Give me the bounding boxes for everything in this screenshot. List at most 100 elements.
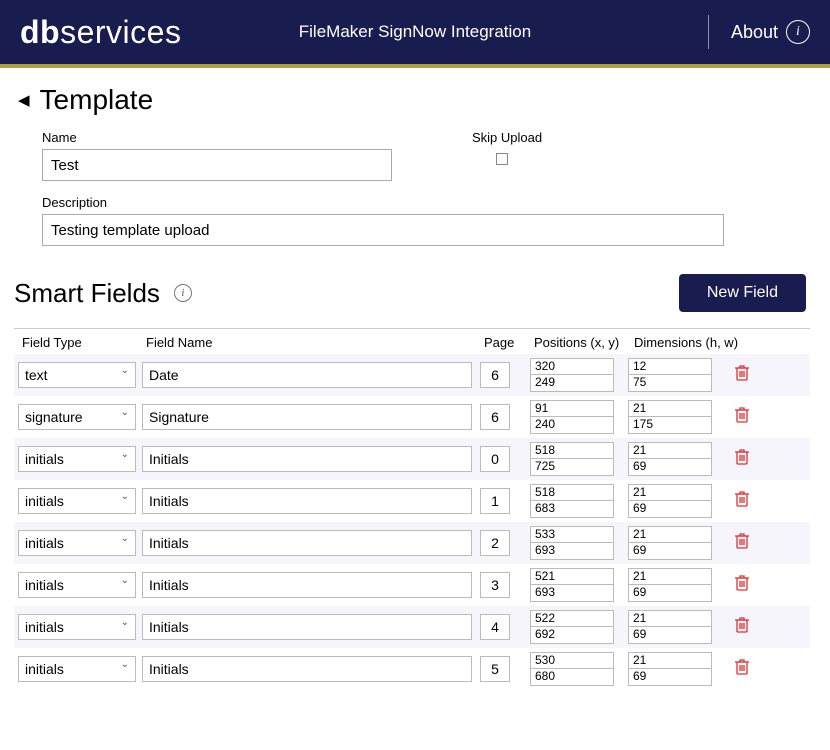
delete-icon[interactable] — [734, 406, 750, 429]
dimension-h-input[interactable]: 21 — [628, 568, 712, 585]
position-x-input[interactable]: 518 — [530, 484, 614, 501]
page-input[interactable]: 6 — [480, 362, 510, 388]
dimension-w-input[interactable]: 69 — [628, 501, 712, 518]
smart-fields-title: Smart Fields — [14, 278, 160, 309]
dimension-h-input[interactable]: 21 — [628, 400, 712, 417]
chevron-down-icon: ⌄ — [121, 365, 129, 376]
field-name-input[interactable]: Initials — [142, 488, 472, 514]
field-name-input[interactable]: Date — [142, 362, 472, 388]
position-x-input[interactable]: 518 — [530, 442, 614, 459]
page-input[interactable]: 4 — [480, 614, 510, 640]
skip-upload-checkbox[interactable] — [496, 153, 508, 165]
dimension-w-input[interactable]: 69 — [628, 669, 712, 686]
info-icon[interactable]: i — [174, 284, 192, 302]
position-y-input[interactable]: 693 — [530, 543, 614, 560]
description-input[interactable] — [42, 214, 724, 246]
col-dimensions: Dimensions (h, w) — [634, 335, 744, 350]
field-type-select[interactable]: initials⌄ — [18, 530, 136, 556]
table-row: text⌄Date 6 320249 1275 — [14, 354, 810, 396]
dimension-h-input[interactable]: 21 — [628, 442, 712, 459]
dimension-w-input[interactable]: 69 — [628, 627, 712, 644]
position-x-input[interactable]: 91 — [530, 400, 614, 417]
about-label: About — [731, 22, 778, 43]
position-y-input[interactable]: 683 — [530, 501, 614, 518]
dimension-h-input[interactable]: 21 — [628, 484, 712, 501]
column-headers: Field Type Field Name Page Positions (x,… — [14, 329, 810, 354]
delete-icon[interactable] — [734, 574, 750, 597]
chevron-down-icon: ⌄ — [121, 617, 129, 628]
field-name-input[interactable]: Initials — [142, 656, 472, 682]
dimension-w-input[interactable]: 75 — [628, 375, 712, 392]
field-type-select[interactable]: initials⌄ — [18, 446, 136, 472]
page-input[interactable]: 1 — [480, 488, 510, 514]
page-input[interactable]: 5 — [480, 656, 510, 682]
delete-icon[interactable] — [734, 364, 750, 387]
position-y-input[interactable]: 249 — [530, 375, 614, 392]
field-type-select[interactable]: initials⌄ — [18, 488, 136, 514]
position-x-input[interactable]: 533 — [530, 526, 614, 543]
field-type-select[interactable]: initials⌄ — [18, 614, 136, 640]
dimension-h-input[interactable]: 21 — [628, 526, 712, 543]
position-x-input[interactable]: 320 — [530, 358, 614, 375]
field-type-select[interactable]: text⌄ — [18, 362, 136, 388]
chevron-down-icon: ⌄ — [121, 491, 129, 502]
position-y-input[interactable]: 725 — [530, 459, 614, 476]
about-button[interactable]: About i — [708, 15, 810, 49]
position-x-input[interactable]: 521 — [530, 568, 614, 585]
field-type-select[interactable]: initials⌄ — [18, 572, 136, 598]
logo: dbservices — [20, 14, 181, 51]
page-input[interactable]: 3 — [480, 572, 510, 598]
field-type-select[interactable]: initials⌄ — [18, 656, 136, 682]
delete-icon[interactable] — [734, 490, 750, 513]
dimension-w-input[interactable]: 69 — [628, 459, 712, 476]
position-x-input[interactable]: 522 — [530, 610, 614, 627]
table-row: initials⌄Initials 1 518683 2169 — [14, 480, 810, 522]
dimension-h-input[interactable]: 12 — [628, 358, 712, 375]
position-y-input[interactable]: 680 — [530, 669, 614, 686]
dimension-w-input[interactable]: 69 — [628, 543, 712, 560]
header-title: FileMaker SignNow Integration — [299, 22, 531, 42]
dimension-w-input[interactable]: 175 — [628, 417, 712, 434]
field-name-input[interactable]: Initials — [142, 446, 472, 472]
delete-icon[interactable] — [734, 448, 750, 471]
logo-bold: db — [20, 14, 60, 50]
dimension-h-input[interactable]: 21 — [628, 652, 712, 669]
info-icon: i — [786, 20, 810, 44]
col-field-name: Field Name — [146, 335, 484, 350]
position-y-input[interactable]: 693 — [530, 585, 614, 602]
name-input[interactable] — [42, 149, 392, 181]
name-label: Name — [42, 130, 392, 145]
table-row: initials⌄Initials 4 522692 2169 — [14, 606, 810, 648]
field-name-input[interactable]: Signature — [142, 404, 472, 430]
dimension-h-input[interactable]: 21 — [628, 610, 712, 627]
col-field-type: Field Type — [22, 335, 146, 350]
page-input[interactable]: 0 — [480, 446, 510, 472]
table-row: signature⌄Signature 6 91240 21175 — [14, 396, 810, 438]
dimension-w-input[interactable]: 69 — [628, 585, 712, 602]
chevron-down-icon: ⌄ — [121, 449, 129, 460]
table-row: initials⌄Initials 5 530680 2169 — [14, 648, 810, 690]
position-y-input[interactable]: 692 — [530, 627, 614, 644]
logo-light: services — [60, 14, 181, 50]
delete-icon[interactable] — [734, 532, 750, 555]
chevron-down-icon: ⌄ — [121, 575, 129, 586]
field-type-select[interactable]: signature⌄ — [18, 404, 136, 430]
field-name-input[interactable]: Initials — [142, 530, 472, 556]
position-x-input[interactable]: 530 — [530, 652, 614, 669]
page-input[interactable]: 2 — [480, 530, 510, 556]
description-label: Description — [42, 195, 810, 210]
field-name-input[interactable]: Initials — [142, 572, 472, 598]
field-name-input[interactable]: Initials — [142, 614, 472, 640]
chevron-down-icon: ⌄ — [121, 407, 129, 418]
chevron-down-icon: ⌄ — [121, 659, 129, 670]
delete-icon[interactable] — [734, 658, 750, 681]
back-button[interactable]: ◀ — [14, 91, 34, 109]
new-field-button[interactable]: New Field — [679, 274, 806, 312]
app-header: dbservices FileMaker SignNow Integration… — [0, 0, 830, 68]
page-title: Template — [40, 84, 154, 116]
smart-fields-table: Field Type Field Name Page Positions (x,… — [14, 328, 810, 730]
delete-icon[interactable] — [734, 616, 750, 639]
table-row: initials⌄Initials 2 533693 2169 — [14, 522, 810, 564]
position-y-input[interactable]: 240 — [530, 417, 614, 434]
page-input[interactable]: 6 — [480, 404, 510, 430]
